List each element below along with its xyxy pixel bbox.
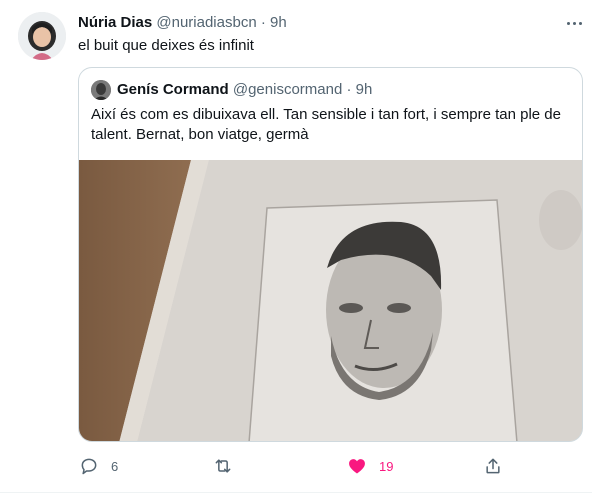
portrait-drawing-image <box>79 160 582 441</box>
like-count: 19 <box>379 458 394 474</box>
author-name[interactable]: Núria Dias <box>78 14 152 31</box>
quoted-avatar <box>91 80 111 100</box>
share-icon <box>486 458 500 474</box>
quoted-separator-dot: · <box>346 81 352 98</box>
quoted-header: Genís Cormand @geniscormand · 9h <box>117 80 372 100</box>
tweet-time[interactable]: 9h <box>270 14 287 31</box>
retweet-icon <box>215 459 231 473</box>
quoted-tweet[interactable]: Genís Cormand @geniscormand · 9h Així és… <box>78 67 583 442</box>
tweet-header: Núria Dias @nuriadiasbcn · 9h <box>78 13 287 33</box>
quoted-author-name: Genís Cormand <box>117 81 229 98</box>
reply-count: 6 <box>111 458 119 474</box>
reply-icon <box>81 458 97 475</box>
quoted-time: 9h <box>355 81 373 98</box>
quoted-author-handle: @geniscormand <box>232 81 343 98</box>
tweet-actions: 6 19 <box>0 455 592 477</box>
author-handle[interactable]: @nuriadiasbcn <box>156 14 256 31</box>
share-button[interactable] <box>483 455 503 477</box>
divider <box>0 492 592 493</box>
tweet[interactable]: Núria Dias @nuriadiasbcn · 9h el buit qu… <box>0 0 592 494</box>
separator-dot: · <box>260 14 266 31</box>
retweet-button[interactable] <box>213 455 245 477</box>
quoted-text: Així és com es dibuixava ell. Tan sensib… <box>91 106 561 143</box>
reply-button[interactable]: 6 <box>79 455 118 477</box>
like-icon <box>349 459 365 474</box>
avatar[interactable] <box>18 12 66 60</box>
avatar-image <box>18 12 66 60</box>
more-options-icon[interactable] <box>562 14 586 32</box>
like-button[interactable]: 19 <box>347 455 393 477</box>
quoted-photo[interactable] <box>79 160 582 441</box>
tweet-text: el buit que deixes és infinit <box>78 37 254 54</box>
